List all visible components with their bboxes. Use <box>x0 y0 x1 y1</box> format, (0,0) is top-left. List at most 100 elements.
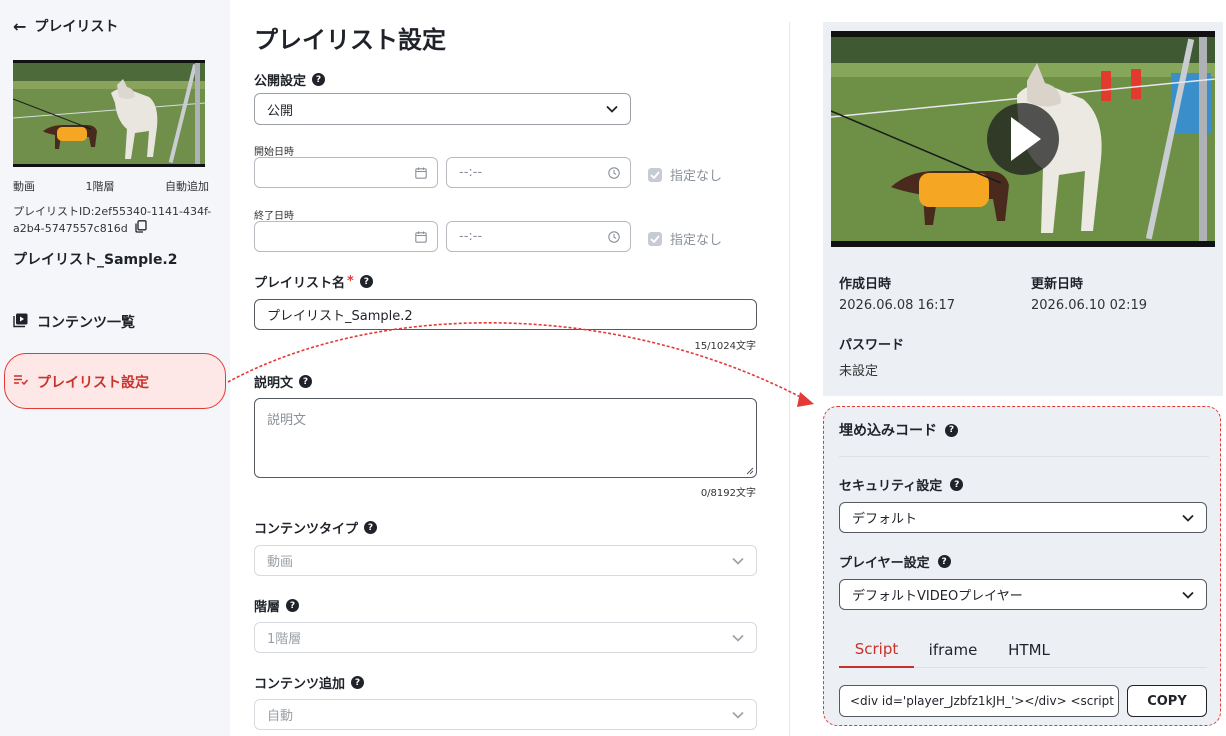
start-unset-label: 指定なし <box>670 169 723 184</box>
end-unset-label: 指定なし <box>670 233 723 248</box>
clock-icon <box>608 166 620 179</box>
start-date-input[interactable] <box>254 157 438 188</box>
level-value: 1階層 <box>267 632 302 647</box>
tab-html[interactable]: HTML <box>997 632 1061 668</box>
playlist-play-icon <box>13 313 28 332</box>
help-icon[interactable]: ? <box>937 555 951 568</box>
help-icon[interactable]: ? <box>312 73 326 86</box>
video-preview[interactable] <box>831 31 1215 247</box>
password-value: 未設定 <box>839 364 879 379</box>
required-mark: * <box>347 274 354 289</box>
clock-icon <box>608 230 620 243</box>
player-select[interactable]: デフォルトVIDEOプレイヤー <box>839 579 1207 610</box>
description-counter: 0/8192文字 <box>700 488 756 499</box>
security-select[interactable]: デフォルト <box>839 502 1207 533</box>
updated-value: 2026.06.10 02:19 <box>1031 298 1148 313</box>
chevron-down-icon <box>732 711 744 719</box>
updated-label: 更新日時 <box>1031 277 1084 292</box>
player-label: プレイヤー設定 ? <box>839 552 951 571</box>
content-add-label: コンテンツ追加 ? <box>254 673 365 692</box>
embed-code-title: 埋め込みコード ? <box>839 420 958 440</box>
calendar-icon <box>415 231 427 243</box>
player-label-text: プレイヤー設定 <box>839 556 930 571</box>
playlist-name-value: プレイリスト_Sample.2 <box>267 309 413 324</box>
playlist-meta: 動画 1階層 自動追加 <box>13 178 209 194</box>
content-add-value: 自動 <box>267 709 294 724</box>
visibility-value: 公開 <box>267 103 294 119</box>
description-placeholder: 説明文 <box>267 413 307 428</box>
playlist-thumbnail <box>13 60 205 167</box>
copy-button[interactable]: COPY <box>1127 685 1207 717</box>
embed-tabs: Script iframe HTML <box>839 632 1207 668</box>
player-value: デフォルトVIDEOプレイヤー <box>852 589 1023 604</box>
help-icon[interactable]: ? <box>364 521 378 534</box>
start-time-input[interactable]: --:-- <box>446 157 631 188</box>
calendar-icon <box>415 167 427 179</box>
nav-item-contents[interactable]: コンテンツ一覧 <box>13 312 135 332</box>
playlist-name-counter: 15/1024文字 <box>694 341 756 352</box>
chevron-down-icon <box>1182 591 1194 599</box>
playlist-name: プレイリスト_Sample.2 <box>13 252 178 268</box>
resize-grip-icon[interactable] <box>746 467 754 475</box>
divider <box>839 456 1209 457</box>
help-icon[interactable]: ? <box>359 275 373 288</box>
level-label: 1階層 <box>85 180 115 193</box>
help-icon[interactable]: ? <box>299 375 313 388</box>
back-label: プレイリスト <box>34 19 119 35</box>
level-select: 1階層 <box>254 622 757 653</box>
nav-item-playlist-settings[interactable]: プレイリスト設定 <box>13 372 149 392</box>
content-type-label: コンテンツタイプ ? <box>254 518 378 537</box>
start-time-placeholder: --:-- <box>459 165 483 180</box>
visibility-select[interactable]: 公開 <box>254 93 631 125</box>
copy-icon[interactable] <box>135 220 147 238</box>
content-add-select: 自動 <box>254 699 757 730</box>
nav-contents-label: コンテンツ一覧 <box>37 315 135 331</box>
description-textarea[interactable]: 説明文 <box>254 398 757 478</box>
playlist-name-input[interactable]: プレイリスト_Sample.2 <box>254 299 757 330</box>
created-label: 作成日時 <box>839 277 892 292</box>
embed-code-field[interactable]: <div id='player_Jzbfz1kJH_'></div> <scri… <box>839 685 1119 717</box>
visibility-label: 公開設定 ? <box>254 70 326 89</box>
end-unset-checkbox[interactable]: 指定なし <box>648 229 722 248</box>
help-icon[interactable]: ? <box>286 599 300 612</box>
chevron-down-icon <box>732 557 744 565</box>
arrow-left-icon: ← <box>13 16 27 36</box>
content-type-value: 動画 <box>267 555 294 570</box>
playlist-name-label: プレイリスト名 * ? <box>254 272 373 291</box>
embed-title-text: 埋め込みコード <box>839 423 937 439</box>
end-datetime-label: 終了日時 <box>254 211 294 222</box>
embed-code-value: <div id='player_Jzbfz1kJH_'></div> <scri… <box>850 694 1114 708</box>
help-icon[interactable]: ? <box>945 423 958 437</box>
playlist-id: プレイリストID:2ef55340-1141-434f- a2b4-574755… <box>13 204 213 238</box>
nav-settings-label: プレイリスト設定 <box>37 375 149 391</box>
playlist-id-line1: プレイリストID:2ef55340-1141-434f- <box>13 205 212 218</box>
security-value: デフォルト <box>852 512 918 527</box>
type-label: 動画 <box>13 180 35 193</box>
checkbox-checked-icon <box>648 167 662 182</box>
help-icon[interactable]: ? <box>351 676 365 689</box>
end-date-input[interactable] <box>254 221 438 252</box>
playlist-id-line2: a2b4-5747557c816d <box>13 222 128 235</box>
description-label-text: 説明文 <box>254 376 294 391</box>
tab-iframe[interactable]: iframe <box>919 632 987 668</box>
chevron-down-icon <box>606 105 618 113</box>
chevron-down-icon <box>732 634 744 642</box>
description-label: 説明文 ? <box>254 372 313 391</box>
column-divider <box>789 22 790 736</box>
chevron-down-icon <box>1182 514 1194 522</box>
visibility-label-text: 公開設定 <box>254 74 307 89</box>
end-time-input[interactable]: --:-- <box>446 221 631 252</box>
end-time-placeholder: --:-- <box>459 229 483 244</box>
security-label-text: セキュリティ設定 <box>839 479 943 494</box>
help-icon[interactable]: ? <box>950 478 964 491</box>
start-unset-checkbox[interactable]: 指定なし <box>648 165 722 184</box>
level-label: 階層 ? <box>254 596 300 615</box>
security-label: セキュリティ設定 ? <box>839 475 964 494</box>
playlist-settings-icon <box>13 374 29 390</box>
playlist-name-label-text: プレイリスト名 <box>254 276 346 291</box>
page-title: プレイリスト設定 <box>254 26 446 54</box>
add-mode-label: 自動追加 <box>165 180 209 193</box>
tab-script[interactable]: Script <box>839 632 914 668</box>
start-datetime-label: 開始日時 <box>254 147 294 158</box>
back-link[interactable]: ← プレイリスト <box>13 16 118 36</box>
